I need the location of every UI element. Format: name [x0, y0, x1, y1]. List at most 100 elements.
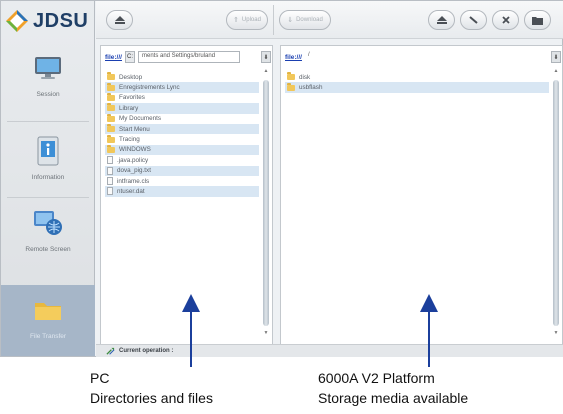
platform-path-dropdown-button[interactable]: ⬇	[551, 51, 561, 63]
list-item-label: intframe.cls	[117, 177, 150, 185]
folder-icon	[31, 293, 65, 327]
sidebar-item-session[interactable]: Session	[1, 51, 95, 98]
platform-caption-line1: 6000A V2 Platform	[318, 370, 435, 386]
file-icon	[107, 187, 113, 196]
pc-path-drive-button[interactable]: C:	[124, 51, 135, 63]
platform-scrollbar[interactable]: ▲ ▼	[552, 68, 560, 336]
pc-annotation-arrow-line	[190, 311, 192, 367]
remote-screen-icon	[31, 206, 65, 240]
download-button[interactable]: ⇓ Download	[279, 10, 331, 30]
list-item-label: disk	[299, 73, 311, 81]
pc-caption-line1: PC	[90, 370, 110, 386]
platform-path-field[interactable]: /	[304, 51, 537, 63]
monitor-icon	[31, 51, 65, 85]
delete-icon	[501, 16, 510, 24]
pc-caption-line2: Directories and files	[90, 390, 213, 406]
list-item[interactable]: WINDOWS	[105, 144, 259, 156]
folder-icon	[287, 72, 295, 81]
left-eject-button[interactable]	[106, 10, 133, 30]
folder-icon	[107, 134, 115, 143]
pc-scrollbar[interactable]: ▲ ▼	[262, 68, 270, 336]
platform-scroll-thumb[interactable]	[553, 80, 559, 326]
folder-icon	[107, 82, 115, 91]
list-item-label: Start Menu	[119, 125, 150, 133]
list-item[interactable]: Enregistrements Lync	[105, 82, 259, 93]
pc-path-field[interactable]: ments and Settings/bruland	[137, 51, 240, 63]
pc-scroll-thumb[interactable]	[263, 80, 269, 326]
sidebar-item-information[interactable]: Information	[1, 134, 95, 181]
pc-path-root-link[interactable]: file:///	[105, 54, 122, 61]
status-text: Current operation :	[119, 348, 174, 354]
folder-icon	[107, 92, 115, 101]
scroll-up-icon[interactable]: ▲	[552, 68, 560, 74]
folder-icon	[107, 124, 115, 133]
platform-annotation-arrow-head	[420, 294, 438, 312]
jdsu-logo-icon	[6, 10, 28, 32]
pc-path-bar: file:/// C: ments and Settings/bruland	[105, 50, 240, 64]
sidebar-item-label: Remote Screen	[25, 246, 71, 253]
sidebar-item-label: File Transfer	[29, 333, 67, 340]
list-item-label: WINDOWS	[119, 146, 151, 154]
platform-path-root-link[interactable]: file:///	[285, 54, 302, 61]
list-item[interactable]: ntuser.dat	[105, 186, 259, 197]
file-transfer-window: JDSU Session Information Remote Screen F…	[0, 0, 563, 357]
list-item[interactable]: intframe.cls	[105, 176, 259, 186]
folder-icon	[287, 82, 295, 91]
list-item[interactable]: usbflash	[285, 82, 549, 93]
list-item-label: Favorites	[119, 94, 145, 102]
pc-caption: PC Directories and files	[90, 368, 213, 408]
sidebar-item-file-transfer[interactable]: File Transfer	[1, 285, 95, 356]
scroll-down-icon[interactable]: ▼	[262, 330, 270, 336]
folder-icon	[107, 103, 115, 112]
eject-icon	[114, 16, 125, 24]
down-arrow-icon: ⬇	[263, 54, 269, 61]
scroll-down-icon[interactable]: ▼	[552, 330, 560, 336]
list-item[interactable]: Desktop	[105, 72, 259, 82]
pc-file-list: Desktop Enregistrements Lync Favorites Libr…	[105, 72, 259, 197]
scroll-up-icon[interactable]: ▲	[262, 68, 270, 74]
list-item[interactable]: My Documents	[105, 113, 259, 124]
sidebar-item-file-transfer-content: File Transfer	[1, 293, 95, 340]
file-icon	[107, 156, 113, 165]
sidebar: JDSU Session Information Remote Screen F…	[1, 1, 95, 356]
info-icon	[31, 134, 65, 168]
down-arrow-icon: ⬇	[553, 54, 559, 61]
operation-arrows-icon	[106, 347, 115, 355]
right-eject-button[interactable]	[428, 10, 455, 30]
edit-button[interactable]	[460, 10, 487, 30]
list-item-label: Library	[119, 104, 139, 112]
sidebar-item-label: Information	[31, 174, 65, 181]
jdsu-logo: JDSU	[5, 7, 93, 35]
upload-button[interactable]: ⇑ Upload	[226, 10, 268, 30]
toolbar: ⇑ Upload ⇓ Download	[96, 1, 563, 39]
pc-path-dropdown-button[interactable]: ⬇	[261, 51, 271, 63]
list-item[interactable]: Tracing	[105, 134, 259, 144]
platform-annotation-arrow-line	[428, 311, 430, 367]
list-item[interactable]: Favorites	[105, 92, 259, 103]
file-icon	[107, 177, 113, 186]
list-item-label: Enregistrements Lync	[119, 84, 180, 92]
delete-button[interactable]	[492, 10, 519, 30]
sidebar-divider	[7, 121, 89, 122]
list-item[interactable]: disk	[285, 72, 549, 82]
file-icon	[107, 166, 113, 175]
new-folder-icon	[532, 16, 543, 25]
list-item[interactable]: dova_pig.txt	[105, 165, 259, 176]
platform-file-list: disk usbflash	[285, 72, 549, 93]
platform-path-bar: file:/// /	[285, 50, 537, 64]
new-folder-button[interactable]	[524, 10, 551, 30]
list-item[interactable]: Start Menu	[105, 123, 259, 135]
logo-text: JDSU	[33, 9, 89, 32]
folder-icon	[107, 113, 115, 122]
pc-annotation-arrow-head	[182, 294, 200, 312]
list-item[interactable]: .java.policy	[105, 155, 259, 165]
folder-icon	[107, 144, 115, 153]
status-bar: Current operation :	[96, 344, 563, 357]
list-item[interactable]: Library	[105, 103, 259, 114]
list-item-label: dova_pig.txt	[117, 167, 151, 175]
upload-label: Upload	[241, 17, 261, 23]
list-item-label: .java.policy	[117, 156, 149, 164]
folder-icon	[107, 72, 115, 81]
sidebar-item-remote-screen[interactable]: Remote Screen	[1, 206, 95, 253]
list-item-label: usbflash	[299, 84, 323, 92]
